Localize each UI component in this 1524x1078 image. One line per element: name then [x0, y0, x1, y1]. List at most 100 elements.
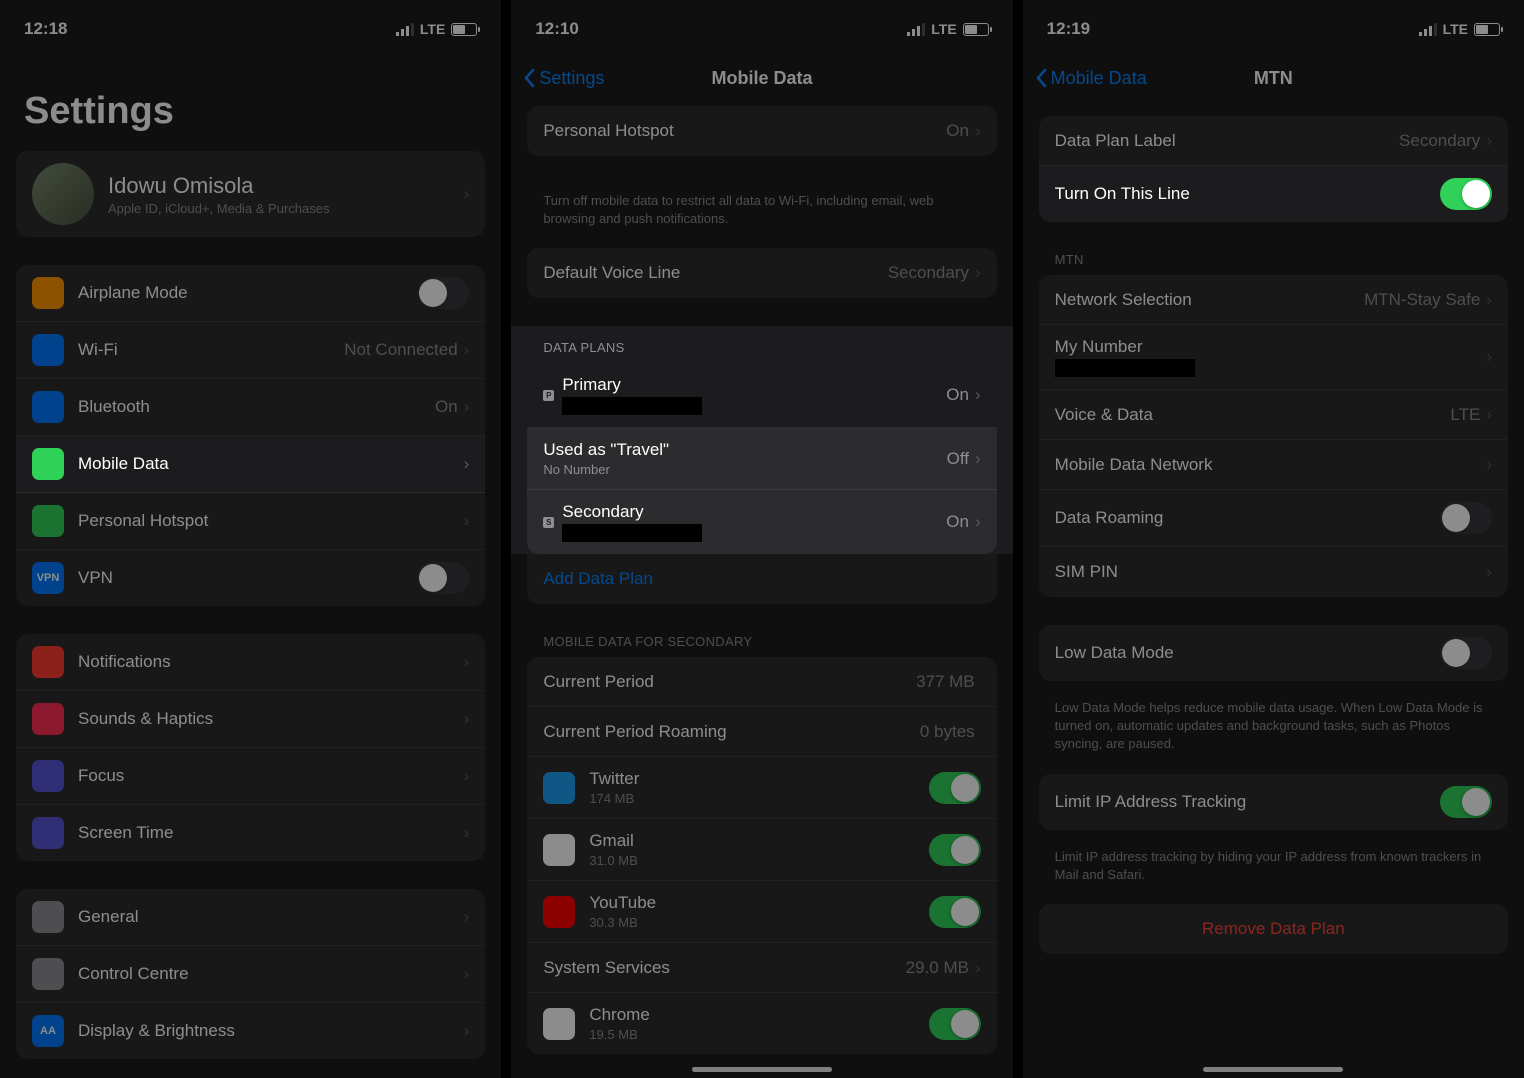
system-services-row[interactable]: System Services29.0 MB›: [527, 943, 996, 993]
toggle-switch[interactable]: [1440, 637, 1492, 669]
row-value: On: [946, 385, 969, 405]
status-bar: 12:10 LTE: [511, 0, 1012, 50]
mobile-data-network-row[interactable]: Mobile Data Network›: [1039, 440, 1508, 490]
remove-data-plan-button[interactable]: Remove Data Plan: [1039, 904, 1508, 954]
sounds-haptics-row[interactable]: Sounds & Haptics ›: [16, 691, 485, 748]
row-label: Data Roaming: [1055, 508, 1164, 527]
row-label: Notifications: [78, 652, 171, 671]
battery-icon: [963, 23, 989, 36]
toggle-switch[interactable]: [417, 562, 469, 594]
data-plans-header: DATA PLANS: [511, 338, 1012, 363]
voice-data-row[interactable]: Voice & DataLTE›: [1039, 390, 1508, 440]
current-period-roaming-row[interactable]: Current Period Roaming0 bytes: [527, 707, 996, 757]
gmail-icon: [543, 834, 575, 866]
focus-row[interactable]: Focus›: [16, 748, 485, 805]
display-brightness-row[interactable]: AADisplay & Brightness›: [16, 1003, 485, 1059]
default-voice-line-row[interactable]: Default Voice LineSecondary›: [527, 248, 996, 298]
wifi-icon: [32, 334, 64, 366]
toggle-switch[interactable]: [1440, 502, 1492, 534]
row-label: Used as "Travel": [543, 440, 669, 459]
data-plan-label-row[interactable]: Data Plan LabelSecondary›: [1039, 116, 1508, 166]
app-usage: 19.5 MB: [589, 1027, 928, 1042]
hourglass-icon: [32, 817, 64, 849]
twitter-row[interactable]: Twitter174 MB: [527, 757, 996, 819]
add-data-plan-button[interactable]: Add Data Plan: [527, 554, 996, 604]
toggle-switch[interactable]: [929, 896, 981, 928]
bluetooth-row[interactable]: BluetoothOn›: [16, 379, 485, 436]
toggle-switch[interactable]: [1440, 178, 1492, 210]
bell-icon: [32, 646, 64, 678]
row-label: Limit IP Address Tracking: [1055, 792, 1247, 811]
used-as-travel--row[interactable]: Used as "Travel"No NumberOff›: [527, 428, 996, 490]
chevron-right-icon: ›: [464, 709, 470, 729]
gmail-row[interactable]: Gmail31.0 MB: [527, 819, 996, 881]
chevron-right-icon: ›: [464, 823, 470, 843]
chevron-right-icon: ›: [1486, 131, 1492, 151]
data-roaming-row[interactable]: Data Roaming: [1039, 490, 1508, 547]
low-data-mode-row[interactable]: Low Data Mode: [1039, 625, 1508, 681]
current-period-row[interactable]: Current Period377 MB: [527, 657, 996, 707]
toggle-switch[interactable]: [417, 277, 469, 309]
vpn-icon: VPN: [32, 562, 64, 594]
mobile-data-row[interactable]: Mobile Data›: [16, 436, 485, 493]
general-row[interactable]: General›: [16, 889, 485, 946]
chevron-right-icon: ›: [1486, 405, 1492, 425]
control-centre-row[interactable]: Control Centre›: [16, 946, 485, 1003]
sim-badge-icon: P: [543, 390, 554, 401]
toggle-switch[interactable]: [929, 1008, 981, 1040]
chevron-right-icon: ›: [464, 652, 470, 672]
notifications-row[interactable]: Notifications ›: [16, 634, 485, 691]
chevron-right-icon: ›: [464, 454, 470, 474]
row-sublabel: No Number: [543, 462, 946, 477]
secondary-row[interactable]: SSecondaryOn›: [527, 490, 996, 554]
row-label: Mobile Data Network: [1055, 455, 1213, 474]
primary-row[interactable]: PPrimaryOn›: [527, 363, 996, 428]
row-value: MTN-Stay Safe: [1364, 290, 1480, 310]
screenshot-2-mobile-data: 12:10 LTE Settings Mobile Data Personal …: [511, 0, 1012, 1078]
sim-pin-row[interactable]: SIM PIN›: [1039, 547, 1508, 597]
row-label: Sounds & Haptics: [78, 709, 213, 728]
home-indicator[interactable]: [1203, 1067, 1343, 1072]
row-label: General: [78, 907, 138, 926]
page-title: Settings: [0, 50, 501, 151]
row-value: On: [946, 121, 969, 141]
network-selection-row[interactable]: Network SelectionMTN-Stay Safe›: [1039, 275, 1508, 325]
airplane-mode-row[interactable]: Airplane Mode: [16, 265, 485, 322]
back-button[interactable]: Mobile Data: [1035, 68, 1147, 89]
toggle-switch[interactable]: [929, 772, 981, 804]
battery-icon: [1474, 23, 1500, 36]
personal-hotspot-row[interactable]: Personal HotspotOn›: [527, 106, 996, 156]
row-value: On: [946, 512, 969, 532]
row-value: 29.0 MB: [906, 958, 969, 978]
personal-hotspot-row[interactable]: Personal Hotspot›: [16, 493, 485, 550]
row-label: Current Period: [543, 672, 654, 691]
row-value: On: [435, 397, 458, 417]
toggle-switch[interactable]: [1440, 786, 1492, 818]
battery-icon: [451, 23, 477, 36]
row-label: Low Data Mode: [1055, 643, 1174, 662]
chevron-right-icon: ›: [1486, 562, 1492, 582]
signal-icon: [907, 23, 925, 36]
airplane-icon: [32, 277, 64, 309]
screen-time-row[interactable]: Screen Time›: [16, 805, 485, 861]
chevron-right-icon: ›: [464, 964, 470, 984]
wi-fi-row[interactable]: Wi-FiNot Connected›: [16, 322, 485, 379]
my-number-row[interactable]: My Number›: [1039, 325, 1508, 390]
chevron-right-icon: ›: [975, 958, 981, 978]
back-button[interactable]: Settings: [523, 68, 604, 89]
youtube-icon: [543, 896, 575, 928]
row-label: Default Voice Line: [543, 263, 680, 282]
chevron-right-icon: ›: [464, 184, 470, 204]
toggle-switch[interactable]: [929, 834, 981, 866]
turn-on-this-line-row[interactable]: Turn On This Line: [1039, 166, 1508, 222]
chrome-row[interactable]: Chrome19.5 MB: [527, 993, 996, 1054]
limit-ip-address-tracking-row[interactable]: Limit IP Address Tracking: [1039, 774, 1508, 830]
apple-id-row[interactable]: Idowu Omisola Apple ID, iCloud+, Media &…: [16, 151, 485, 237]
row-label: My Number: [1055, 337, 1143, 356]
vpn-row[interactable]: VPNVPN: [16, 550, 485, 606]
screenshot-3-mtn: 12:19 LTE Mobile Data MTN Data Plan Labe…: [1023, 0, 1524, 1078]
chevron-right-icon: ›: [464, 511, 470, 531]
row-value: Not Connected: [344, 340, 457, 360]
youtube-row[interactable]: YouTube30.3 MB: [527, 881, 996, 943]
home-indicator[interactable]: [692, 1067, 832, 1072]
